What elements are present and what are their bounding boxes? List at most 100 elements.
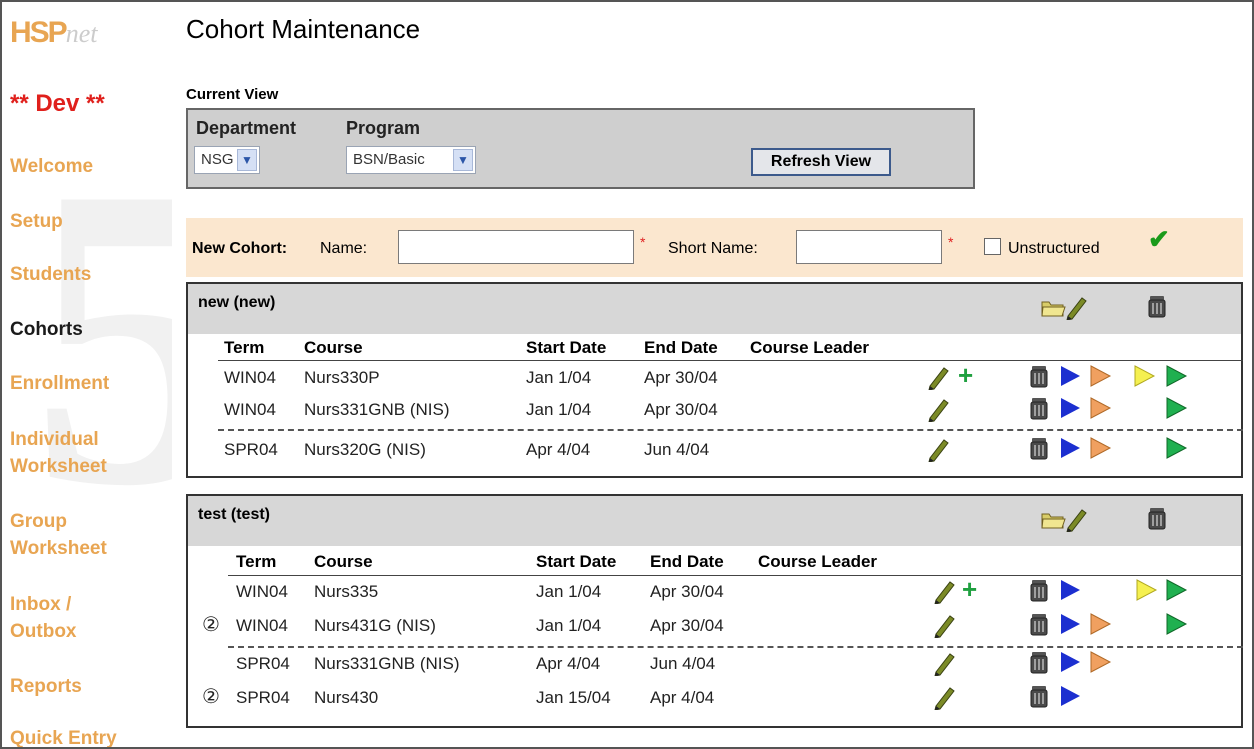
pencil-icon[interactable]: [1064, 506, 1090, 532]
arrow-yellow-icon[interactable]: [1132, 364, 1158, 390]
cell-start-date: Jan 1/04: [526, 368, 592, 387]
arrow-orange-icon[interactable]: [1088, 396, 1114, 422]
arrow-green-icon[interactable]: [1164, 612, 1190, 638]
nav-quick-entry[interactable]: Quick Entry: [10, 724, 117, 747]
trash-icon[interactable]: [1028, 396, 1054, 422]
current-view-label: Current View: [186, 86, 279, 103]
check-icon[interactable]: ✔: [1148, 224, 1170, 255]
arrow-green-icon[interactable]: [1164, 578, 1190, 604]
header-divider: [228, 575, 1243, 576]
pencil-icon[interactable]: [926, 396, 952, 422]
unstructured-checkbox[interactable]: [984, 238, 1001, 255]
logo: HSPnet: [10, 16, 97, 50]
cell-start-date: Jan 1/04: [526, 400, 592, 419]
department-select[interactable]: NSG ▼: [194, 146, 260, 174]
cohort-title: test (test): [198, 506, 271, 523]
nav-individual-worksheet-line1[interactable]: Individual: [10, 425, 99, 455]
arrow-orange-icon[interactable]: [1088, 650, 1114, 676]
column-header-course: Course: [314, 552, 373, 571]
cell-course: Nurs431G (NIS): [314, 616, 436, 635]
nav-inbox-outbox-line2[interactable]: Outbox: [10, 617, 77, 647]
pencil-icon[interactable]: [932, 612, 958, 638]
program-select-value: BSN/Basic: [353, 151, 425, 168]
pencil-icon[interactable]: [932, 578, 958, 604]
pencil-icon[interactable]: [1064, 294, 1090, 320]
pencil-icon[interactable]: [932, 684, 958, 710]
logo-text: HSP: [10, 16, 68, 49]
arrow-blue-icon[interactable]: [1058, 396, 1084, 422]
required-marker: *: [640, 234, 646, 250]
cohort-header: new (new): [188, 284, 1241, 334]
column-header-course-leader: Course Leader: [758, 552, 878, 571]
arrow-blue-icon[interactable]: [1058, 436, 1084, 462]
folder-icon[interactable]: [1040, 296, 1066, 322]
trash-icon[interactable]: [1028, 650, 1054, 676]
new-cohort-title: New Cohort:: [192, 240, 288, 257]
trash-icon[interactable]: [1028, 436, 1054, 462]
column-header-term: Term: [224, 338, 265, 357]
arrow-green-icon[interactable]: [1164, 364, 1190, 390]
plus-icon[interactable]: +: [958, 362, 984, 390]
pencil-icon[interactable]: [932, 650, 958, 676]
arrow-orange-icon[interactable]: [1088, 436, 1114, 462]
cell-course: Nurs335: [314, 582, 379, 601]
pencil-icon[interactable]: [926, 436, 952, 462]
cell-course: Nurs320G (NIS): [304, 440, 426, 459]
nav-inbox-outbox-line1[interactable]: Inbox /: [10, 590, 71, 620]
cell-start-date: Apr 4/04: [526, 440, 591, 459]
trash-icon[interactable]: [1028, 612, 1054, 638]
trash-icon[interactable]: [1028, 578, 1054, 604]
column-header-term: Term: [236, 552, 277, 571]
term-divider: [228, 646, 1243, 648]
arrow-blue-icon[interactable]: [1058, 612, 1084, 638]
nav-group-worksheet-line2[interactable]: Worksheet: [10, 534, 107, 564]
arrow-blue-icon[interactable]: [1058, 684, 1084, 710]
nav-group-worksheet-line1[interactable]: Group: [10, 507, 67, 537]
cell-course: Nurs331GNB (NIS): [304, 400, 450, 419]
arrow-green-icon[interactable]: [1164, 396, 1190, 422]
nav-cohorts[interactable]: Cohorts: [10, 315, 83, 345]
cell-term: SPR04: [236, 688, 290, 707]
cell-term: SPR04: [224, 440, 278, 459]
cohort-title: new (new): [198, 294, 276, 311]
trash-icon[interactable]: [1028, 684, 1054, 710]
pencil-icon[interactable]: [926, 364, 952, 390]
nav-enrollment[interactable]: Enrollment: [10, 369, 109, 399]
refresh-view-button[interactable]: Refresh View: [751, 148, 891, 176]
cell-term: SPR04: [236, 654, 290, 673]
nav-reports[interactable]: Reports: [10, 672, 82, 702]
nav-welcome[interactable]: Welcome: [10, 152, 93, 182]
sidebar: 5 HSPnet ** Dev ** Welcome Setup Student…: [2, 2, 172, 747]
trash-icon[interactable]: [1146, 294, 1172, 320]
name-input[interactable]: [398, 230, 634, 264]
logo-suffix: net: [65, 19, 98, 48]
program-label: Program: [346, 118, 421, 138]
nav-students[interactable]: Students: [10, 260, 91, 290]
cell-end-date: Apr 30/04: [650, 616, 724, 635]
arrow-yellow-icon[interactable]: [1134, 578, 1160, 604]
short-name-input[interactable]: [796, 230, 942, 264]
folder-icon[interactable]: [1040, 508, 1066, 534]
trash-icon[interactable]: [1146, 506, 1172, 532]
cell-end-date: Jun 4/04: [650, 654, 716, 673]
chevron-down-icon: ▼: [237, 149, 257, 171]
arrow-orange-icon[interactable]: [1088, 364, 1114, 390]
arrow-blue-icon[interactable]: [1058, 364, 1084, 390]
nav-individual-worksheet-line2[interactable]: Worksheet: [10, 452, 107, 482]
cell-course: Nurs331GNB (NIS): [314, 654, 460, 673]
cell-start-date: Jan 1/04: [536, 616, 602, 635]
arrow-blue-icon[interactable]: [1058, 650, 1084, 676]
arrow-blue-icon[interactable]: [1058, 578, 1084, 604]
column-header-start-date: Start Date: [536, 552, 617, 571]
nav-setup[interactable]: Setup: [10, 207, 63, 237]
plus-icon[interactable]: +: [962, 576, 988, 604]
chevron-down-icon: ▼: [453, 149, 473, 171]
department-select-value: NSG: [201, 151, 234, 168]
page-title: Cohort Maintenance: [186, 14, 421, 44]
trash-icon[interactable]: [1028, 364, 1054, 390]
program-select[interactable]: BSN/Basic ▼: [346, 146, 476, 174]
cohort-panel: new (new) Term Course Start Date End Dat…: [186, 282, 1243, 478]
arrow-orange-icon[interactable]: [1088, 612, 1114, 638]
arrow-green-icon[interactable]: [1164, 436, 1190, 462]
cell-term: WIN04: [224, 368, 276, 387]
